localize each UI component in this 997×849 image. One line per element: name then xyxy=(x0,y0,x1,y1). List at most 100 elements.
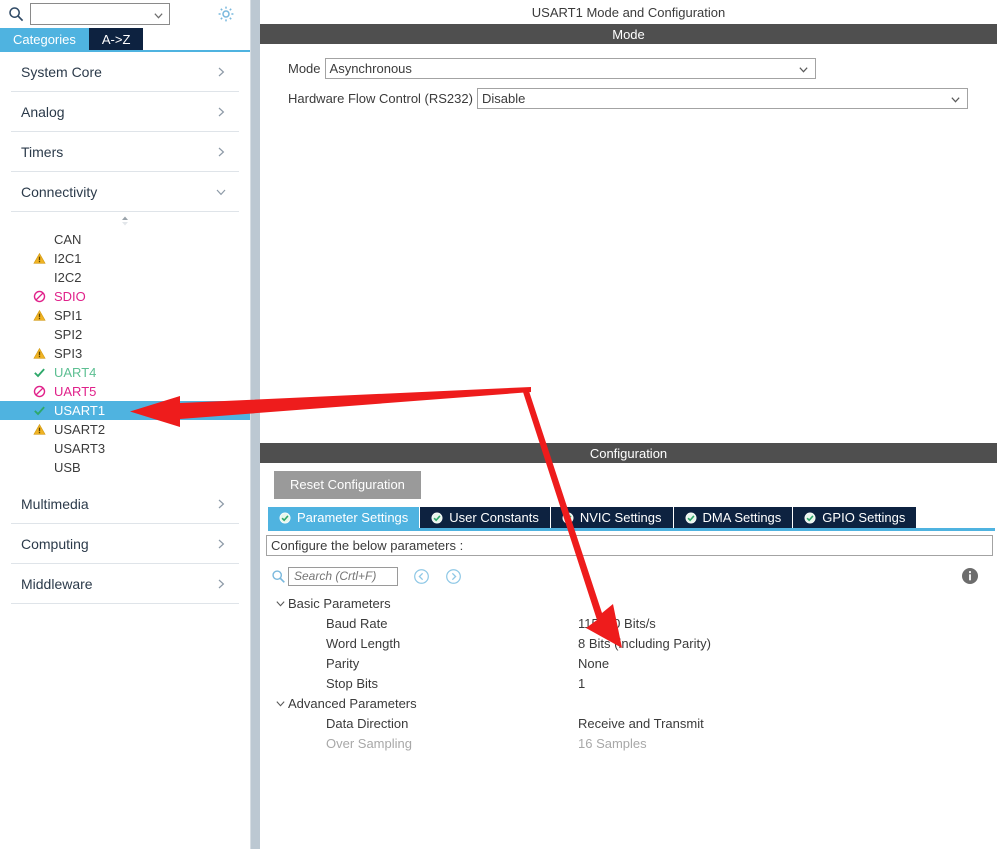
check-icon xyxy=(32,366,46,380)
search-next-button[interactable] xyxy=(444,567,462,585)
peripheral-item-usart2[interactable]: USART2 xyxy=(0,420,250,439)
parameter-group-basic-label: Basic Parameters xyxy=(288,595,391,611)
sidebar-category-connectivity[interactable]: Connectivity xyxy=(11,172,239,212)
check-circle-icon xyxy=(562,512,574,524)
reset-configuration-button[interactable]: Reset Configuration xyxy=(274,471,421,499)
tab-user-constants-label: User Constants xyxy=(449,510,539,525)
chevron-down-icon xyxy=(153,9,164,20)
chevron-right-icon xyxy=(215,538,239,550)
gear-icon[interactable] xyxy=(216,4,236,24)
hardware-flow-control-field-row: Hardware Flow Control (RS232) Disable xyxy=(260,88,997,109)
panel-splitter[interactable] xyxy=(251,0,260,849)
parameter-search-row xyxy=(260,561,997,591)
peripheral-item-sdio[interactable]: SDIO xyxy=(0,287,250,306)
parameter-search-box[interactable] xyxy=(288,566,398,586)
sidebar-category-analog[interactable]: Analog xyxy=(11,92,239,132)
sidebar-tab-categories[interactable]: Categories xyxy=(0,28,89,50)
check-circle-icon xyxy=(685,512,697,524)
tab-dma-settings-label: DMA Settings xyxy=(702,510,782,525)
peripheral-item-usart1[interactable]: USART1 xyxy=(0,401,250,420)
table-row[interactable]: Parity None xyxy=(272,653,997,673)
sidebar-category-middleware-label: Middleware xyxy=(21,575,93,592)
parameter-name: Over Sampling xyxy=(326,735,412,751)
tab-dma-settings[interactable]: DMA Settings xyxy=(672,507,793,528)
parameter-name: Parity xyxy=(326,655,360,671)
mode-field-label: Mode xyxy=(288,61,321,76)
sidebar-category-timers-label: Timers xyxy=(21,143,64,160)
warning-icon xyxy=(32,252,46,266)
peripheral-item-usart3[interactable]: USART3 xyxy=(0,439,250,458)
chevron-right-icon xyxy=(215,146,239,158)
parameter-value: Receive and Transmit xyxy=(578,715,704,731)
table-row[interactable]: Stop Bits 1 xyxy=(272,673,997,693)
search-prev-button[interactable] xyxy=(412,567,430,585)
peripheral-item-uart4[interactable]: UART4 xyxy=(0,363,250,382)
search-input[interactable] xyxy=(292,568,397,584)
warning-icon xyxy=(32,423,46,437)
sidebar-tab-categories-label: Categories xyxy=(13,31,76,47)
parameter-value: 16 Samples xyxy=(578,735,647,751)
configuration-tabs: Parameter Settings User Constants NVIC S… xyxy=(260,507,997,531)
parameter-group-advanced[interactable]: Advanced Parameters xyxy=(272,693,997,713)
peripheral-item-spi1[interactable]: SPI1 xyxy=(0,306,250,325)
reset-configuration-row: Reset Configuration xyxy=(260,463,997,507)
sidebar-category-middleware[interactable]: Middleware xyxy=(11,564,239,604)
sidebar-category-system-core-label: System Core xyxy=(21,63,102,80)
tab-nvic-settings[interactable]: NVIC Settings xyxy=(549,507,673,528)
sidebar-search-combo[interactable] xyxy=(30,3,170,25)
peripheral-list: CAN I2C1 I2C2 SDIO SPI1 SPI2 SPI3 UART4 … xyxy=(0,230,250,477)
sidebar-search-bar xyxy=(0,0,250,28)
sidebar-category-computing[interactable]: Computing xyxy=(11,524,239,564)
peripheral-scroll-spinner[interactable] xyxy=(0,212,250,230)
sidebar-tree: System Core Analog Timers Connectivity C… xyxy=(0,52,250,849)
page-title: USART1 Mode and Configuration xyxy=(260,0,997,24)
chevron-right-icon xyxy=(215,498,239,510)
peripheral-item-i2c2[interactable]: I2C2 xyxy=(0,268,250,287)
configuration-section-header-label: Configuration xyxy=(589,445,668,461)
sidebar-category-multimedia[interactable]: Multimedia xyxy=(11,484,239,524)
forbidden-icon xyxy=(32,290,46,304)
sidebar-category-timers[interactable]: Timers xyxy=(11,132,239,172)
status-none-icon xyxy=(32,328,46,342)
sidebar-category-computing-label: Computing xyxy=(21,535,89,552)
mode-section-header: Mode xyxy=(260,24,997,44)
sidebar-tab-a-to-z[interactable]: A->Z xyxy=(88,28,144,50)
sidebar: Categories A->Z System Core Analog Timer… xyxy=(0,0,251,849)
tab-user-constants[interactable]: User Constants xyxy=(419,507,550,528)
chevron-down-icon xyxy=(272,698,288,709)
status-none-icon xyxy=(32,442,46,456)
mode-dropdown[interactable]: Asynchronous xyxy=(324,58,816,79)
tab-nvic-settings-label: NVIC Settings xyxy=(579,510,662,525)
peripheral-item-i2c1[interactable]: I2C1 xyxy=(0,249,250,268)
parameter-table: Basic Parameters Baud Rate 115200 Bits/s… xyxy=(260,593,997,753)
peripheral-item-spi2[interactable]: SPI2 xyxy=(0,325,250,344)
tab-parameter-settings[interactable]: Parameter Settings xyxy=(268,507,420,528)
table-row: Over Sampling 16 Samples xyxy=(272,733,997,753)
info-icon[interactable] xyxy=(961,567,979,585)
parameter-value: None xyxy=(578,655,610,671)
peripheral-item-can[interactable]: CAN xyxy=(0,230,250,249)
parameter-value: 1 xyxy=(578,675,586,691)
hardware-flow-control-dropdown[interactable]: Disable xyxy=(476,88,968,109)
peripheral-item-usb[interactable]: USB xyxy=(0,458,250,477)
tab-gpio-settings[interactable]: GPIO Settings xyxy=(792,507,917,528)
parameter-group-basic[interactable]: Basic Parameters xyxy=(272,593,997,613)
configure-note: Configure the below parameters : xyxy=(266,535,993,556)
mode-dropdown-value: Asynchronous xyxy=(329,61,412,76)
warning-icon xyxy=(32,309,46,323)
hardware-flow-control-label: Hardware Flow Control (RS232) xyxy=(288,91,473,106)
sidebar-category-system-core[interactable]: System Core xyxy=(11,52,239,92)
parameter-value: 115200 Bits/s xyxy=(578,615,656,631)
table-row[interactable]: Data Direction Receive and Transmit xyxy=(272,713,997,733)
peripheral-item-uart5[interactable]: UART5 xyxy=(0,382,250,401)
mode-field-row: Mode Asynchronous xyxy=(260,58,997,79)
table-row[interactable]: Baud Rate 115200 Bits/s xyxy=(272,613,997,633)
table-row[interactable]: Word Length 8 Bits (including Parity) xyxy=(272,633,997,653)
mode-section: Mode Asynchronous Hardware Flow Control … xyxy=(260,44,997,109)
peripheral-item-spi3[interactable]: SPI3 xyxy=(0,344,250,363)
chevron-down-icon xyxy=(272,598,288,609)
page-title-label: USART1 Mode and Configuration xyxy=(531,4,726,20)
check-icon xyxy=(32,404,46,418)
check-circle-icon xyxy=(431,512,443,524)
sidebar-category-multimedia-label: Multimedia xyxy=(21,495,89,512)
